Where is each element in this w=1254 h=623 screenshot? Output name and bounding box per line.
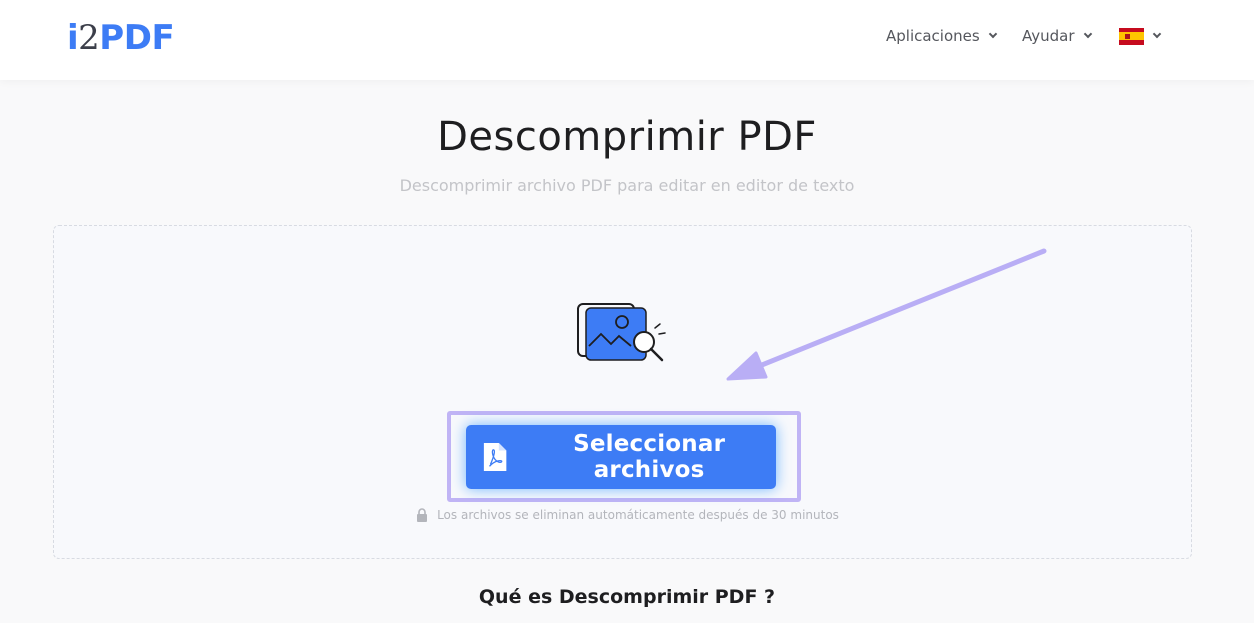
- select-files-button[interactable]: Seleccionar archivos: [466, 425, 776, 489]
- i2pdf-logo[interactable]: i2PDF: [67, 18, 175, 58]
- chevron-down-icon: [988, 29, 997, 39]
- select-files-label: Seleccionar archivos: [573, 431, 726, 483]
- page-subtitle: Descomprimir archivo PDF para editar en …: [399, 176, 855, 195]
- image-search-icon: [577, 303, 666, 362]
- chevron-down-icon: [1083, 29, 1092, 39]
- auto-delete-notice: Los archivos se eliminan automáticamente…: [0, 508, 1254, 522]
- pdf-file-icon: [483, 442, 507, 472]
- auto-delete-text: Los archivos se eliminan automáticamente…: [437, 508, 839, 522]
- nav-help-label: Ayudar: [1022, 27, 1075, 45]
- lock-icon: [417, 508, 428, 522]
- section-title: Qué es Descomprimir PDF ?: [478, 586, 776, 608]
- nav-help-menu[interactable]: Ayudar: [1022, 24, 1092, 48]
- chevron-down-icon: [1152, 29, 1162, 39]
- spain-flag-icon: [1119, 27, 1144, 45]
- language-selector[interactable]: [1119, 24, 1162, 48]
- nav-applications-menu[interactable]: Aplicaciones: [886, 24, 997, 48]
- page-title: Descomprimir PDF: [437, 114, 817, 160]
- nav-applications-label: Aplicaciones: [886, 27, 980, 45]
- annotation-arrow: [726, 248, 1047, 381]
- top-header: i2PDF Aplicaciones Ayudar: [0, 0, 1254, 80]
